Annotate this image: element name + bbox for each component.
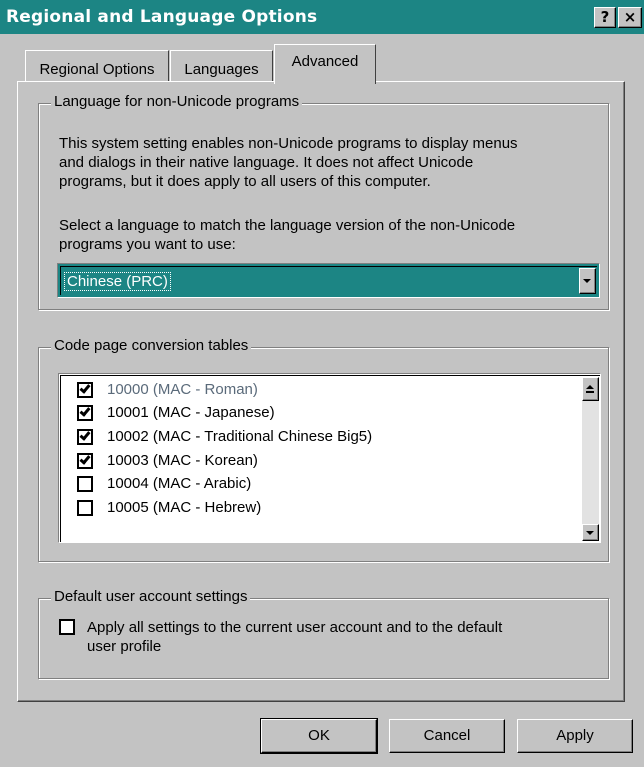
- apply-default-checkbox[interactable]: [59, 619, 75, 635]
- list-item-label: 10002 (MAC - Traditional Chinese Big5): [107, 428, 373, 445]
- language-select-inner: Chinese (PRC): [60, 266, 597, 295]
- checkbox[interactable]: [77, 405, 93, 421]
- list-scrollbar[interactable]: [582, 377, 599, 541]
- tab-label: Languages: [184, 61, 259, 78]
- prompt-line: Select a language to match the language …: [59, 217, 516, 234]
- label-line: Apply all settings to the current user a…: [87, 619, 503, 636]
- check-icon: [79, 453, 91, 465]
- chevron-up-icon: [586, 385, 594, 389]
- language-select[interactable]: Chinese (PRC): [57, 263, 600, 298]
- check-icon: [79, 429, 91, 441]
- checkbox[interactable]: [77, 429, 93, 445]
- non-unicode-legend: Language for non-Unicode programs: [51, 93, 303, 110]
- default-account-legend: Default user account settings: [51, 588, 251, 605]
- checkbox[interactable]: [77, 382, 93, 398]
- code-page-legend: Code page conversion tables: [51, 337, 252, 354]
- description-line: This system setting enables non-Unicode …: [59, 135, 518, 152]
- close-button[interactable]: ×: [618, 7, 642, 28]
- label-line: user profile: [87, 638, 162, 655]
- check-icon: [79, 382, 91, 394]
- checkbox[interactable]: [77, 476, 93, 492]
- selected-language: Chinese (PRC): [64, 272, 171, 291]
- tab-label: Regional Options: [39, 61, 155, 78]
- dropdown-button[interactable]: [579, 268, 596, 294]
- scroll-thumb-mark: [586, 391, 594, 393]
- ok-button[interactable]: OK: [260, 718, 378, 754]
- list-item-label: 10005 (MAC - Hebrew): [107, 499, 262, 516]
- non-unicode-description: This system setting enables non-Unicode …: [59, 134, 518, 191]
- apply-default-option[interactable]: Apply all settings to the current user a…: [59, 616, 599, 660]
- tab-languages[interactable]: Languages: [170, 50, 273, 82]
- apply-button[interactable]: Apply: [517, 719, 633, 753]
- list-item-label: 10001 (MAC - Japanese): [107, 404, 275, 421]
- help-button[interactable]: ?: [594, 7, 616, 28]
- description-line: and dialogs in their native language. It…: [59, 154, 474, 171]
- list-item-label: 10000 (MAC - Roman): [107, 381, 258, 398]
- checkbox[interactable]: [77, 500, 93, 516]
- select-language-prompt: Select a language to match the language …: [59, 216, 515, 254]
- tab-regional-options[interactable]: Regional Options: [25, 50, 169, 82]
- apply-default-label: Apply all settings to the current user a…: [87, 618, 502, 656]
- tab-advanced[interactable]: Advanced: [274, 44, 376, 84]
- checkbox[interactable]: [77, 453, 93, 469]
- check-icon: [79, 405, 91, 417]
- list-item-label: 10003 (MAC - Korean): [107, 452, 258, 469]
- cancel-button[interactable]: Cancel: [389, 719, 505, 753]
- chevron-down-icon: [586, 531, 594, 535]
- title-bar[interactable]: Regional and Language Options ? ×: [0, 0, 644, 34]
- chevron-down-icon: [583, 279, 591, 283]
- scroll-down-button[interactable]: [582, 524, 599, 541]
- code-page-list-inner: 10000 (MAC - Roman) 10001 (MAC - Japanes…: [60, 375, 600, 542]
- code-page-list[interactable]: 10000 (MAC - Roman) 10001 (MAC - Japanes…: [58, 373, 601, 543]
- window-title: Regional and Language Options: [6, 7, 318, 27]
- prompt-line: programs you want to use:: [59, 236, 236, 253]
- scroll-up-button[interactable]: [582, 377, 599, 401]
- list-item-label: 10004 (MAC - Arabic): [107, 475, 252, 492]
- tab-label: Advanced: [291, 53, 359, 70]
- description-line: programs, but it does apply to all users…: [59, 173, 431, 190]
